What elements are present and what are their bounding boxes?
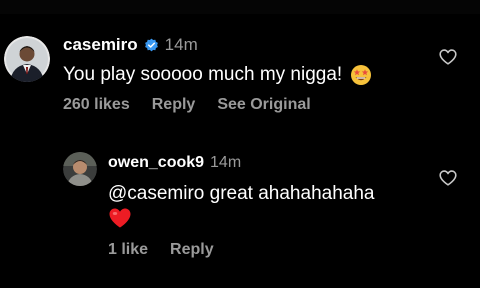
comment-username[interactable]: owen_cook9 bbox=[108, 154, 204, 172]
comment-username[interactable]: casemiro bbox=[63, 35, 138, 55]
verified-badge-icon bbox=[144, 38, 159, 53]
likes-count[interactable]: 1 like bbox=[108, 241, 148, 259]
comment-casemiro: casemiro 14m You play sooooo much my nig… bbox=[0, 0, 480, 130]
likes-count[interactable]: 260 likes bbox=[63, 96, 130, 114]
comment-text: You play sooooo much my nigga! bbox=[63, 64, 343, 85]
heart-outline-icon[interactable] bbox=[439, 49, 457, 65]
comment-time: 14m bbox=[210, 154, 242, 171]
avatar-casemiro[interactable] bbox=[4, 36, 50, 82]
see-original-button[interactable]: See Original bbox=[217, 96, 310, 114]
avatar-owen-cook9[interactable] bbox=[63, 152, 97, 186]
red-heart-emoji bbox=[108, 207, 132, 229]
comment-text: @casemiro great ahahahahaha bbox=[108, 183, 375, 204]
heart-outline-icon[interactable] bbox=[439, 170, 457, 186]
star-struck-emoji bbox=[350, 64, 372, 86]
comment-owen-cook9: owen_cook9 14m @casemiro great ahahahaha… bbox=[0, 130, 480, 288]
comment-time: 14m bbox=[164, 35, 198, 54]
reply-button[interactable]: Reply bbox=[152, 96, 196, 114]
reply-button[interactable]: Reply bbox=[170, 241, 214, 259]
